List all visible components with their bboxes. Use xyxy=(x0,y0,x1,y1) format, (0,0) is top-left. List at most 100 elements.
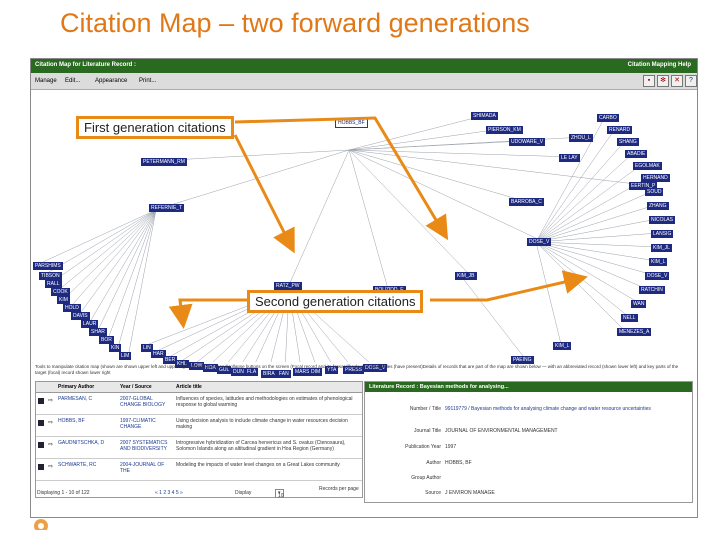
row-author[interactable]: SCHWARTE, RC xyxy=(58,462,118,468)
col-year-source[interactable]: Year / Source xyxy=(120,384,152,390)
records-table: Primary Author Year / Source Article tit… xyxy=(35,381,363,498)
menu-edit[interactable]: Edit... xyxy=(65,78,80,84)
first-gen-node[interactable]: LE LAY xyxy=(559,154,580,162)
table-row[interactable]: ⇨ HOBBS, BF 1997-CLIMATIC CHANGE Using d… xyxy=(36,415,362,437)
network-icon[interactable]: ✻ xyxy=(657,75,669,87)
second-gen-node[interactable]: HOLD xyxy=(63,304,81,312)
record-heading-text: Literature Record : Bayesian methods for… xyxy=(369,384,509,390)
second-gen-node[interactable]: EGOLMAK xyxy=(633,162,662,170)
expand-icon[interactable]: ⇨ xyxy=(48,463,53,470)
per-page-value: 10 xyxy=(278,493,284,499)
citation-link xyxy=(535,218,658,243)
row-author[interactable]: PARMESAN, C xyxy=(58,396,118,402)
first-gen-node[interactable]: PETERMANN_RM xyxy=(141,158,187,166)
col-primary-author[interactable]: Primary Author xyxy=(58,384,94,390)
second-gen-node[interactable]: SHANG xyxy=(617,138,639,146)
field-value[interactable]: 99119779 / Bayesian methods for analysin… xyxy=(445,406,685,412)
second-gen-node[interactable]: ZHANG xyxy=(647,202,669,210)
row-checkbox[interactable] xyxy=(38,420,44,426)
menu-appearance[interactable]: Appearance xyxy=(95,78,127,84)
second-gen-node[interactable]: KIN xyxy=(109,344,122,352)
table-row[interactable]: ⇨ GAUDNITSCHKA, D 2007 SYSTEMATICS AND B… xyxy=(36,437,362,459)
row-checkbox[interactable] xyxy=(38,398,44,404)
menu-print[interactable]: Print... xyxy=(139,78,156,84)
second-gen-node[interactable]: DOSE_V xyxy=(645,272,670,280)
per-page-select[interactable]: 10 ▾ xyxy=(275,489,284,499)
row-checkbox[interactable] xyxy=(38,442,44,448)
display-label: Display xyxy=(235,490,252,496)
second-gen-node[interactable]: BOR xyxy=(99,336,114,344)
first-gen-node[interactable]: REFERNIE_T xyxy=(149,204,185,212)
row-title: Using decision analysis to include clima… xyxy=(176,418,348,430)
row-checkbox[interactable] xyxy=(38,464,44,470)
citation-link xyxy=(348,149,471,276)
second-gen-node[interactable]: MENEZES_A xyxy=(617,328,652,336)
pager: Displaying 1 - 10 of 122 « 1 2 3 4 5 » D… xyxy=(35,486,361,500)
close-icon[interactable]: ✕ xyxy=(671,75,683,87)
first-gen-node[interactable]: DOSE_V xyxy=(527,238,552,246)
expand-icon[interactable]: ⇨ xyxy=(48,441,53,448)
second-gen-node[interactable]: RATCHIN xyxy=(639,286,665,294)
second-gen-node[interactable]: NELL xyxy=(621,314,638,322)
second-gen-node[interactable]: PARSHIMS xyxy=(33,262,63,270)
thomson-logo-icon xyxy=(34,519,48,530)
citation-link xyxy=(48,209,157,273)
citation-link xyxy=(535,164,642,243)
save-icon[interactable]: ▪ xyxy=(643,75,655,87)
first-gen-node[interactable]: ZHOU_L xyxy=(569,134,593,142)
second-gen-node[interactable]: KIM_L xyxy=(553,342,572,350)
second-gen-node[interactable]: DAVIS xyxy=(71,312,90,320)
field-key: Number / Title xyxy=(409,406,441,412)
second-gen-node[interactable]: COOK xyxy=(51,288,70,296)
second-gen-node[interactable]: TIBSON xyxy=(39,272,62,280)
table-row[interactable]: ⇨ SCHWARTE, RC 2004-JOURNAL OF THE Model… xyxy=(36,459,362,481)
second-gen-node[interactable]: NICOLAS xyxy=(649,216,675,224)
second-gen-node[interactable]: LANSIG xyxy=(651,230,674,238)
second-gen-node[interactable]: KIM_L xyxy=(649,258,668,266)
first-gen-node[interactable]: BARROBA_C xyxy=(509,198,544,206)
second-gen-node[interactable]: SOUD xyxy=(645,188,664,196)
col-article-title[interactable]: Article title xyxy=(176,384,202,390)
second-gen-node[interactable]: LIM xyxy=(119,352,132,360)
first-gen-node[interactable]: SHIMADA xyxy=(471,112,498,120)
second-gen-node[interactable]: RENARD xyxy=(607,126,633,134)
second-gen-node[interactable]: RALL xyxy=(45,280,62,288)
second-gen-node[interactable]: KIM xyxy=(57,296,70,304)
second-gen-node[interactable]: LAUR xyxy=(81,320,99,328)
help-icon[interactable]: ? xyxy=(685,75,697,87)
citation-link xyxy=(460,275,524,357)
first-gen-node[interactable]: KIM_JB xyxy=(455,272,477,280)
target-node[interactable]: HOBBS_BF xyxy=(335,118,368,128)
expand-icon[interactable]: ⇨ xyxy=(48,419,53,426)
table-row[interactable]: ⇨ PARMESAN, C 2007-GLOBAL CHANGE BIOLOGY… xyxy=(36,393,362,415)
second-gen-node[interactable]: SHAR xyxy=(89,328,107,336)
citation-link xyxy=(163,149,350,208)
citation-link xyxy=(98,209,157,329)
second-gen-node[interactable]: CARBO xyxy=(597,114,619,122)
citation-link xyxy=(535,204,656,243)
page-links[interactable]: « 1 2 3 4 5 » xyxy=(155,490,183,496)
help-link[interactable]: Citation Mapping Help xyxy=(628,62,691,68)
second-gen-node[interactable]: ABADIE xyxy=(625,150,648,158)
second-gen-node[interactable]: WAN xyxy=(631,300,647,308)
row-year-source: 1997-CLIMATIC CHANGE xyxy=(120,418,156,430)
first-gen-node[interactable]: PIERSON_KM xyxy=(486,126,523,134)
first-gen-node[interactable]: UDOWARE_V xyxy=(509,138,546,146)
second-gen-node[interactable]: PAEING xyxy=(511,356,534,364)
menu-manage[interactable]: Manage xyxy=(35,78,57,84)
citation-link xyxy=(535,241,654,276)
citation-link xyxy=(535,241,630,318)
citation-link xyxy=(72,209,157,305)
first-gen-node[interactable]: RATZ_PW xyxy=(274,282,302,290)
citation-link xyxy=(348,149,389,290)
row-author[interactable]: HOBBS, BF xyxy=(58,418,118,424)
second-gen-node[interactable]: HERNAND xyxy=(641,174,670,182)
per-page-label: Records per page xyxy=(319,486,359,492)
second-gen-node[interactable]: KIM_JL xyxy=(651,244,672,252)
field-value: HOBBS, BF xyxy=(445,460,472,466)
expand-icon[interactable]: ⇨ xyxy=(48,397,53,404)
citation-link xyxy=(348,149,525,202)
row-author[interactable]: GAUDNITSCHKA, D xyxy=(58,440,118,446)
citation-link xyxy=(288,149,350,286)
citation-link xyxy=(90,209,157,321)
